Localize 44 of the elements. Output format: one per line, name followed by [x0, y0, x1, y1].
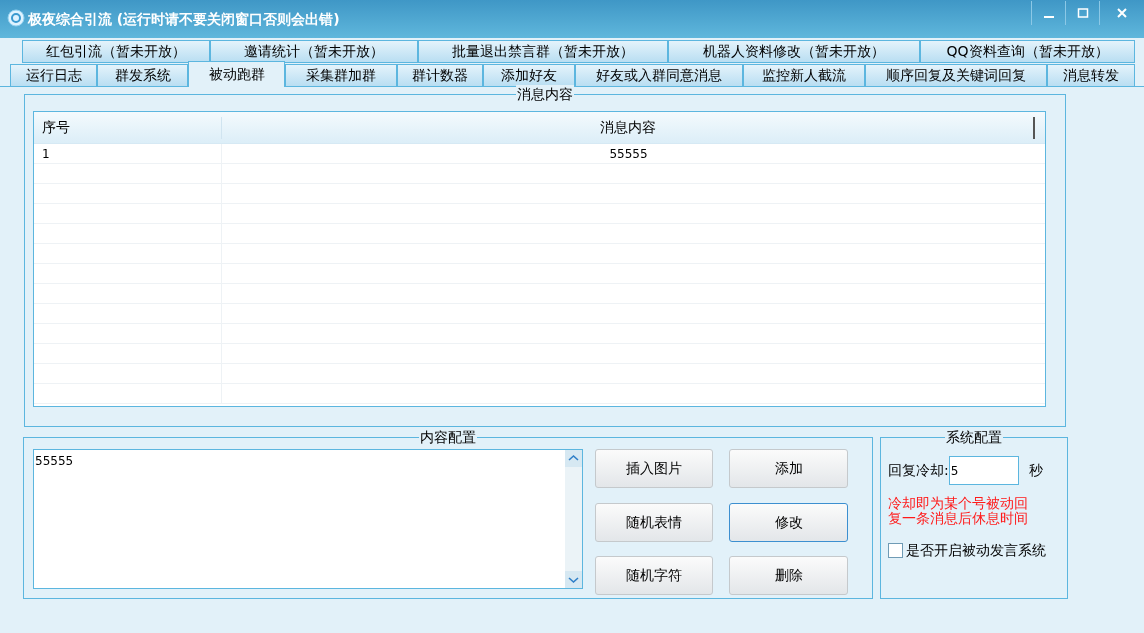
scroll-down-icon[interactable] [565, 571, 582, 588]
action-button[interactable]: 添加 [729, 449, 848, 488]
tab[interactable]: 监控新人截流 [743, 64, 865, 87]
action-button[interactable]: 删除 [729, 556, 848, 596]
text-area-value: 55555 [34, 453, 75, 470]
checkbox-box[interactable] [888, 543, 903, 558]
action-button[interactable]: 随机字符 [595, 556, 713, 596]
column-header: 消息内容 [222, 116, 1035, 139]
app-logo-icon [7, 9, 25, 27]
cooldown-label: 回复冷却: [888, 461, 949, 480]
maximize-icon [1076, 7, 1089, 19]
minimize-icon [1043, 16, 1054, 18]
column-header: 序号 [34, 116, 222, 139]
system-checkbox[interactable]: 是否开启被动发言系统 [888, 540, 1067, 561]
unit-label: 秒 [1028, 461, 1043, 480]
tab[interactable]: QQ资料查询（暂未开放） [920, 40, 1135, 63]
tab[interactable]: 邀请统计（暂未开放） [210, 40, 418, 63]
table-cell: 1 [34, 144, 222, 163]
scrollbar[interactable] [565, 450, 582, 588]
tab[interactable]: 采集群加群 [285, 64, 397, 87]
action-button[interactable]: 随机表情 [595, 502, 713, 542]
group-title: 消息内容 [516, 85, 574, 103]
tab[interactable]: 群计数器 [397, 64, 483, 87]
scroll-up-icon[interactable] [565, 450, 582, 467]
cooldown-input[interactable]: 5 [948, 456, 1019, 485]
text-area[interactable]: 55555 [33, 449, 583, 589]
close-icon [1116, 7, 1128, 19]
table-cell-text: 55555 [608, 146, 649, 163]
tab[interactable]: 消息转发 [1047, 64, 1135, 87]
action-button[interactable]: 修改 [729, 502, 848, 542]
tab[interactable]: 顺序回复及关键词回复 [865, 64, 1047, 87]
tab[interactable]: 被动跑群 [188, 61, 285, 87]
cooldown-note: 冷却即为某个号被动回复一条消息后休息时间 [888, 496, 1029, 526]
group-title: 内容配置 [419, 428, 477, 446]
tab[interactable]: 红包引流（暂未开放） [22, 40, 210, 63]
window-title: 极夜综合引流 (运行时请不要关闭窗口否则会出错) [28, 10, 340, 29]
tab[interactable]: 添加好友 [483, 64, 575, 87]
action-button[interactable]: 插入图片 [595, 449, 713, 488]
tab[interactable]: 批量退出禁言群（暂未开放） [418, 40, 668, 63]
tab[interactable]: 好友或入群同意消息 [575, 64, 743, 87]
group-title: 系统配置 [945, 428, 1003, 446]
tab[interactable]: 群发系统 [97, 64, 188, 87]
tab[interactable]: 运行日志 [10, 64, 97, 87]
tab[interactable]: 机器人资料修改（暂未开放） [668, 40, 920, 63]
